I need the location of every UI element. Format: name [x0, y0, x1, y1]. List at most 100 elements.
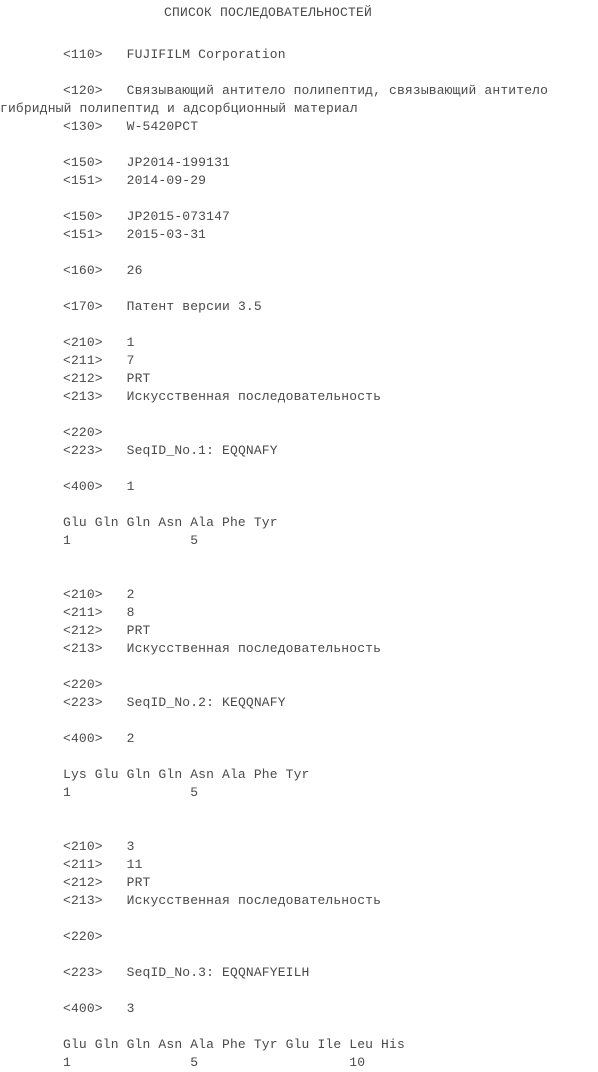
- sequence-number: 2: [126, 731, 135, 746]
- sequence-listing-page: СПИСОК ПОСЛЕДОВАТЕЛЬНОСТЕЙ <110> FUJIFIL…: [0, 0, 598, 1070]
- seq-id-tag: <210>: [63, 839, 103, 854]
- organism-value: Искусственная последовательность: [126, 893, 382, 908]
- software-tag: <170>: [63, 299, 103, 314]
- length-line: <211> 8: [0, 604, 598, 622]
- type-tag: <212>: [63, 371, 103, 386]
- priority-1-number-tag: <150>: [63, 155, 103, 170]
- other-info-tag: <223>: [63, 965, 103, 980]
- seq-id-tag: <210>: [63, 335, 103, 350]
- residues-line: Glu Gln Gln Asn Ala Phe Tyr Glu Ile Leu …: [63, 1037, 405, 1052]
- feature-line: <220>: [0, 928, 598, 946]
- invention-title-continuation-line: гибридный полипептид и адсорбционный мат…: [0, 101, 358, 116]
- applicant-line: <110> FUJIFILM Corporation: [0, 46, 598, 64]
- priority-2-date-line: <151> 2015-03-31: [0, 226, 598, 244]
- seq-id-value: 3: [126, 839, 135, 854]
- priority-2-number-tag: <150>: [63, 209, 103, 224]
- type-value: PRT: [126, 371, 151, 386]
- seq-id-tag: <210>: [63, 587, 103, 602]
- priority-1-date-line: <151> 2014-09-29: [0, 172, 598, 190]
- sequence-tag: <400>: [63, 479, 103, 494]
- sequence-tag: <400>: [63, 1001, 103, 1016]
- priority-2-date-tag: <151>: [63, 227, 103, 242]
- length-value: 8: [126, 605, 135, 620]
- residue-numbering-line: 1 5: [63, 785, 199, 800]
- feature-tag: <220>: [63, 425, 103, 440]
- length-tag: <211>: [63, 353, 103, 368]
- seq-id-line: <210> 1: [0, 334, 598, 352]
- organism-line: <213> Искусственная последовательность: [0, 640, 598, 658]
- length-line: <211> 7: [0, 352, 598, 370]
- number-of-seqs-value: 26: [126, 263, 143, 278]
- length-tag: <211>: [63, 605, 103, 620]
- organism-line: <213> Искусственная последовательность: [0, 388, 598, 406]
- other-info-line: <223> SeqID_No.2: KEQQNAFY: [0, 694, 598, 712]
- sequence-number: 3: [126, 1001, 135, 1016]
- type-line: <212> PRT: [0, 622, 598, 640]
- sequence-tag-line: <400> 1: [0, 478, 598, 496]
- organism-value: Искусственная последовательность: [126, 641, 382, 656]
- organism-tag: <213>: [63, 641, 103, 656]
- feature-line: <220>: [0, 424, 598, 442]
- other-info-value: SeqID_No.3: EQQNAFYEILH: [126, 965, 310, 980]
- type-value: PRT: [126, 623, 151, 638]
- seq-id-value: 2: [126, 587, 135, 602]
- sequence-block: <210> 1 <211> 7 <212> PRT <213> Искусств…: [0, 334, 598, 550]
- length-value: 7: [126, 353, 135, 368]
- organism-tag: <213>: [63, 389, 103, 404]
- length-line: <211> 11: [0, 856, 598, 874]
- residues-line: Lys Glu Gln Gln Asn Ala Phe Tyr: [63, 767, 310, 782]
- other-info-value: SeqID_No.1: EQQNAFY: [126, 443, 278, 458]
- type-tag: <212>: [63, 623, 103, 638]
- software-value: Патент версии 3.5: [126, 299, 262, 314]
- invention-title-value: Связывающий антитело полипептид, связыва…: [126, 83, 549, 98]
- other-info-value: SeqID_No.2: KEQQNAFY: [126, 695, 286, 710]
- feature-tag: <220>: [63, 929, 103, 944]
- other-info-tag: <223>: [63, 443, 103, 458]
- feature-tag: <220>: [63, 677, 103, 692]
- sequence-tag-line: <400> 3: [0, 1000, 598, 1018]
- priority-2-number-value: JP2015-073147: [126, 209, 230, 224]
- type-line: <212> PRT: [0, 370, 598, 388]
- applicant-value: FUJIFILM Corporation: [126, 47, 286, 62]
- sequence-number: 1: [126, 479, 135, 494]
- file-reference-value: W-5420PCT: [126, 119, 199, 134]
- organism-line: <213> Искусственная последовательность: [0, 892, 598, 910]
- applicant-tag: <110>: [63, 47, 103, 62]
- other-info-line: <223> SeqID_No.3: EQQNAFYEILH: [0, 964, 598, 982]
- number-of-seqs-line: <160> 26: [0, 262, 598, 280]
- sequence-block: <210> 3 <211> 11 <212> PRT <213> Искусст…: [0, 838, 598, 1072]
- feature-line: <220>: [0, 676, 598, 694]
- priority-1-date-tag: <151>: [63, 173, 103, 188]
- seq-id-line: <210> 3: [0, 838, 598, 856]
- other-info-line: <223> SeqID_No.1: EQQNAFY: [0, 442, 598, 460]
- type-tag: <212>: [63, 875, 103, 890]
- seq-id-value: 1: [126, 335, 135, 350]
- seq-id-line: <210> 2: [0, 586, 598, 604]
- sequence-tag: <400>: [63, 731, 103, 746]
- priority-1-number-line: <150> JP2014-199131: [0, 154, 598, 172]
- invention-title-line: <120> Связывающий антитело полипептид, с…: [0, 82, 598, 100]
- type-value: PRT: [126, 875, 151, 890]
- sequence-block: <210> 2 <211> 8 <212> PRT <213> Искусств…: [0, 586, 598, 802]
- residue-numbering-line: 1 5: [63, 533, 199, 548]
- priority-2-number-line: <150> JP2015-073147: [0, 208, 598, 226]
- priority-1-number-value: JP2014-199131: [126, 155, 230, 170]
- page-title: СПИСОК ПОСЛЕДОВАТЕЛЬНОСТЕЙ: [163, 5, 373, 20]
- type-line: <212> PRT: [0, 874, 598, 892]
